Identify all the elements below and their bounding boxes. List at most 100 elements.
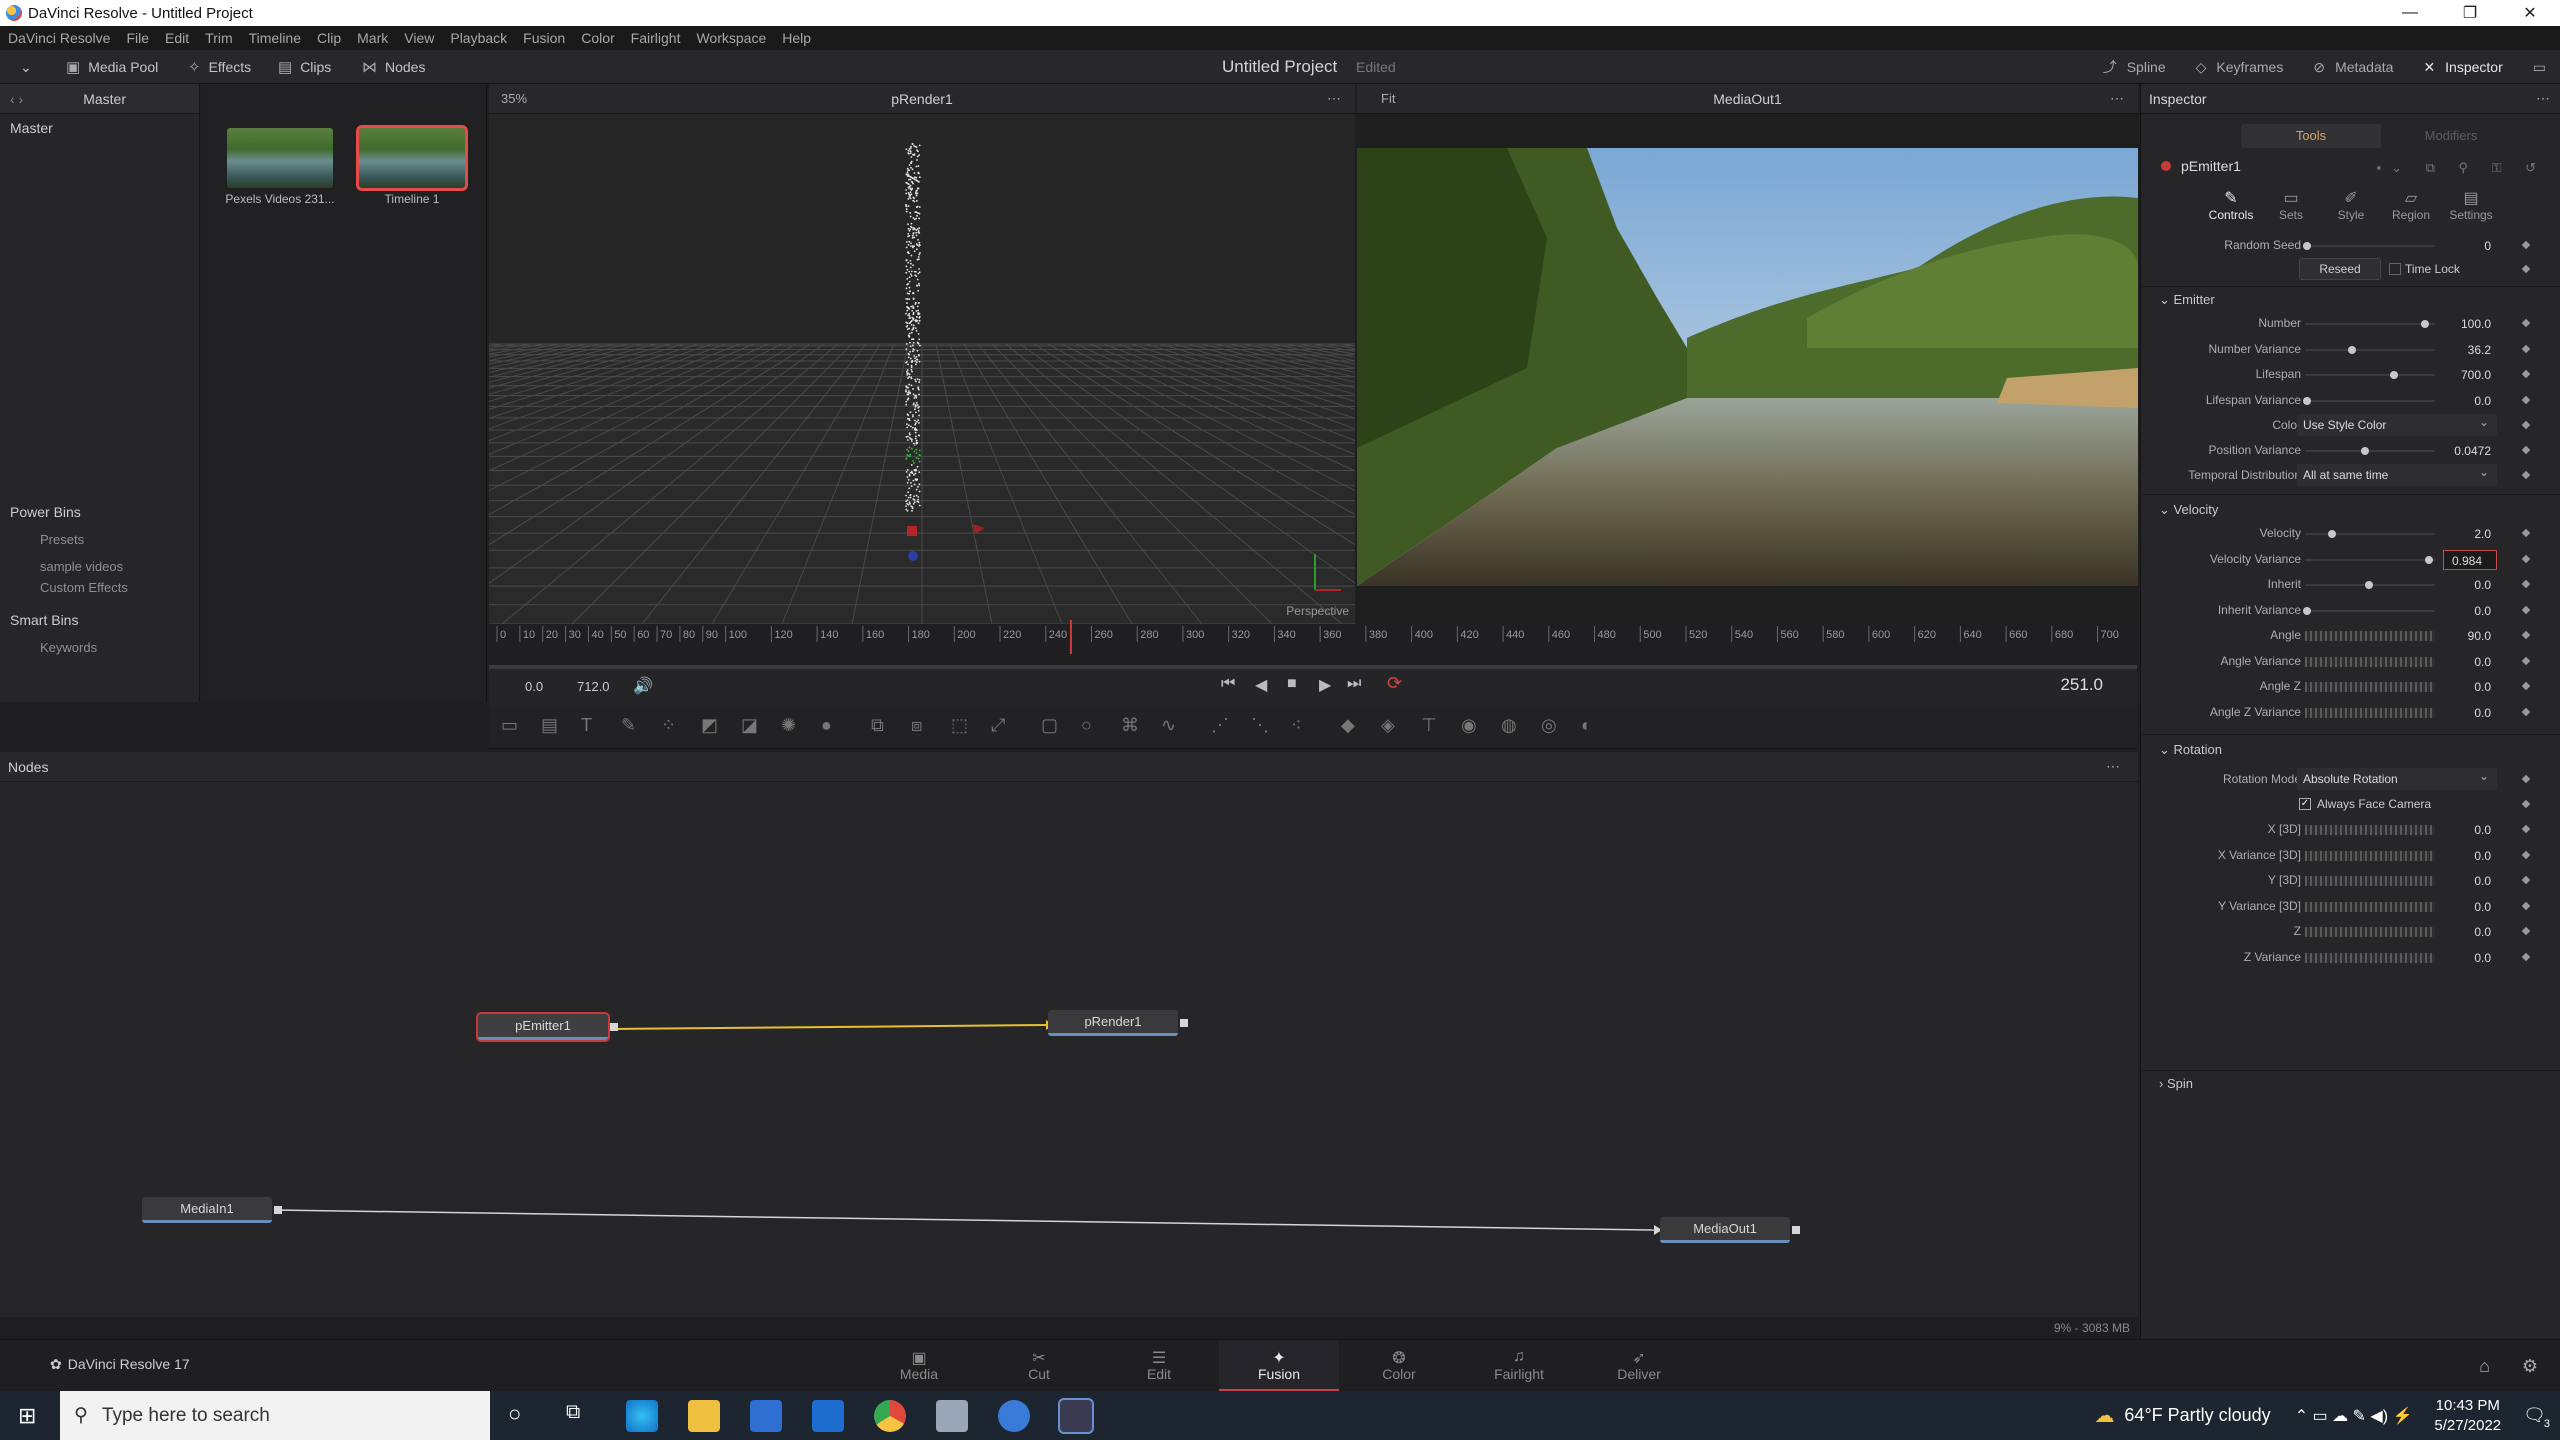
value-field[interactable]: 0.0 bbox=[2443, 897, 2497, 917]
slider-knob[interactable] bbox=[2303, 396, 2311, 405]
keyframe-icon[interactable] bbox=[2521, 707, 2531, 716]
value-field[interactable]: 0.0 bbox=[2443, 391, 2497, 411]
start-time[interactable]: 0.0 bbox=[525, 679, 543, 694]
pdirectional-tool-icon[interactable]: ⁖ bbox=[1291, 715, 1302, 736]
value-field[interactable]: 0.0 bbox=[2443, 948, 2497, 968]
slider-knob[interactable] bbox=[2303, 606, 2311, 615]
weather-text[interactable]: 64°F Partly cloudy bbox=[2124, 1405, 2270, 1426]
value-field[interactable]: 0.0 bbox=[2443, 871, 2497, 891]
effects-button[interactable]: ✧ Effects bbox=[188, 50, 251, 84]
time-lock-checkbox[interactable] bbox=[2389, 263, 2401, 275]
app-icon[interactable] bbox=[936, 1400, 968, 1432]
menu-fairlight[interactable]: Fairlight bbox=[631, 30, 681, 46]
value-field[interactable]: 0.0 bbox=[2443, 846, 2497, 866]
bin-custom-effects[interactable]: Custom Effects bbox=[0, 580, 200, 594]
value-field[interactable]: 0.0 bbox=[2443, 575, 2497, 595]
section-rotation[interactable]: ⌄ Rotation bbox=[2159, 742, 2222, 758]
keyframe-icon[interactable] bbox=[2521, 799, 2531, 809]
bspline-mask-icon[interactable]: ∿ bbox=[1161, 715, 1176, 736]
notifications-icon[interactable]: 🗨 3 bbox=[2523, 1405, 2550, 1430]
keyframe-icon[interactable] bbox=[2521, 579, 2531, 589]
node-mediain1[interactable]: MediaIn1 bbox=[142, 1197, 282, 1223]
keyframe-icon[interactable] bbox=[2521, 318, 2531, 328]
value-field[interactable]: 36.2 bbox=[2443, 340, 2497, 360]
menu-file[interactable]: File bbox=[126, 30, 149, 46]
slider[interactable] bbox=[2305, 876, 2435, 886]
section-emitter[interactable]: ⌄ Emitter bbox=[2159, 292, 2215, 308]
davinci-taskbar-icon[interactable] bbox=[1058, 1398, 1094, 1434]
temporal-distribution-dropdown[interactable]: All at same time bbox=[2297, 461, 2497, 486]
node-output-port[interactable] bbox=[274, 1206, 282, 1214]
value-field[interactable]: 0.0 bbox=[2443, 677, 2497, 697]
fastnoise-tool-icon[interactable]: ◪ bbox=[741, 715, 758, 736]
inspector-more-icon[interactable]: ⋯ bbox=[2536, 90, 2550, 107]
media-thumb-pexels[interactable] bbox=[227, 128, 333, 188]
merge-tool-icon[interactable]: ⧉ bbox=[871, 715, 884, 736]
slider-knob[interactable] bbox=[2327, 530, 2336, 538]
merge3d-tool-icon[interactable]: ◈ bbox=[1381, 715, 1395, 736]
left-viewer-3d[interactable]: Perspective bbox=[489, 114, 1355, 624]
slider[interactable] bbox=[2303, 606, 2435, 615]
keyframe-icon[interactable] bbox=[2521, 445, 2531, 455]
tray-icons[interactable]: ⌃ ▭ ☁ ✎ ◀) ⚡ bbox=[2295, 1406, 2413, 1426]
position-variance-slider[interactable] bbox=[2305, 447, 2435, 455]
slider[interactable] bbox=[2305, 371, 2435, 379]
store-icon[interactable] bbox=[750, 1400, 782, 1432]
back-forward-icon[interactable]: ‹ › bbox=[10, 91, 23, 107]
mail-icon[interactable] bbox=[812, 1400, 844, 1432]
value-field[interactable]: 700.0 bbox=[2443, 365, 2497, 385]
slider[interactable] bbox=[2305, 555, 2435, 564]
particle-tool-icon[interactable]: ⁘ bbox=[661, 715, 676, 736]
bin-sample-videos[interactable]: sample videos bbox=[0, 553, 200, 580]
resize-tool-icon[interactable]: ⤢ bbox=[991, 715, 1005, 736]
bin-keywords[interactable]: Keywords bbox=[0, 634, 200, 661]
page-tab-edit[interactable]: ☰ Edit bbox=[1099, 1340, 1219, 1392]
text3d-tool-icon[interactable]: ⊤ bbox=[1421, 715, 1437, 736]
chrome-icon[interactable] bbox=[874, 1400, 906, 1432]
paint-tool-icon[interactable]: ✎ bbox=[621, 715, 636, 736]
text-tool-icon[interactable]: T bbox=[581, 715, 592, 736]
node-color-dot[interactable] bbox=[2161, 161, 2171, 171]
keyframe-icon[interactable] bbox=[2521, 875, 2531, 885]
renderer3d-tool-icon[interactable]: ◎ bbox=[1541, 715, 1557, 736]
time-ruler[interactable]: 0 10 20 30 40 50 60 70 80 90 100 120 140 160 180 200 220… bbox=[489, 620, 2137, 654]
page-tab-media[interactable]: ▣ Media bbox=[859, 1340, 979, 1392]
node-output-port[interactable] bbox=[1180, 1019, 1188, 1027]
task-view-icon[interactable]: ⧉ bbox=[566, 1401, 580, 1424]
value-field[interactable]: 0.0 bbox=[2443, 652, 2497, 672]
slider[interactable] bbox=[2305, 320, 2435, 328]
page-tab-cut[interactable]: ✂ Cut bbox=[979, 1340, 1099, 1392]
page-tab-fairlight[interactable]: ♫ Fairlight bbox=[1459, 1340, 1579, 1392]
keyframe-icon[interactable] bbox=[2521, 240, 2531, 250]
go-to-start-icon[interactable]: ⏮ bbox=[1221, 675, 1235, 693]
subtab-sets[interactable]: ▭ Sets bbox=[2261, 188, 2321, 232]
menu-edit[interactable]: Edit bbox=[165, 30, 189, 46]
random-seed-value[interactable]: 0 bbox=[2443, 236, 2497, 256]
go-to-end-icon[interactable]: ⏭ bbox=[1347, 675, 1361, 693]
slider[interactable] bbox=[2305, 631, 2435, 641]
value-field[interactable]: 2.0 bbox=[2443, 524, 2497, 544]
smart-bins-header[interactable]: Smart Bins bbox=[0, 606, 200, 634]
home-icon[interactable]: ⌂ bbox=[2479, 1356, 2490, 1377]
menu-trim[interactable]: Trim bbox=[205, 30, 232, 46]
camera3d-tool-icon[interactable]: ◉ bbox=[1461, 715, 1477, 736]
end-time[interactable]: 712.0 bbox=[577, 679, 610, 694]
loop-icon[interactable]: ⟳ bbox=[1387, 673, 1402, 694]
subtab-controls[interactable]: ✎ Controls bbox=[2201, 188, 2261, 232]
keyframe-icon[interactable] bbox=[2521, 395, 2531, 404]
right-viewer[interactable] bbox=[1357, 114, 2138, 624]
subtab-style[interactable]: ✐ Style bbox=[2321, 188, 2381, 232]
node-output-port[interactable] bbox=[1792, 1226, 1800, 1234]
always-face-camera-checkbox[interactable]: ✓ bbox=[2299, 798, 2311, 810]
inspector-node-tools[interactable]: ▪⌄ ⧉ ⚲ ⚿ ↺ bbox=[2376, 160, 2546, 176]
ellipse-mask-icon[interactable]: ○ bbox=[1081, 715, 1092, 736]
scrub-track[interactable] bbox=[489, 665, 2137, 669]
media-pool-button[interactable]: ▣ Media Pool bbox=[66, 50, 158, 84]
dropdown-toggle-icon[interactable]: ⌄ bbox=[20, 50, 32, 84]
position-variance-value[interactable]: 0.0472 bbox=[2443, 441, 2497, 461]
tab-tools[interactable]: Tools bbox=[2241, 124, 2381, 148]
rectangle-mask-icon[interactable]: ▢ bbox=[1041, 715, 1058, 736]
audio-icon[interactable]: 🔊 bbox=[633, 676, 653, 696]
random-seed-slider[interactable] bbox=[2303, 242, 2435, 250]
settings-gear-icon[interactable]: ⚙ bbox=[2522, 1356, 2538, 1377]
